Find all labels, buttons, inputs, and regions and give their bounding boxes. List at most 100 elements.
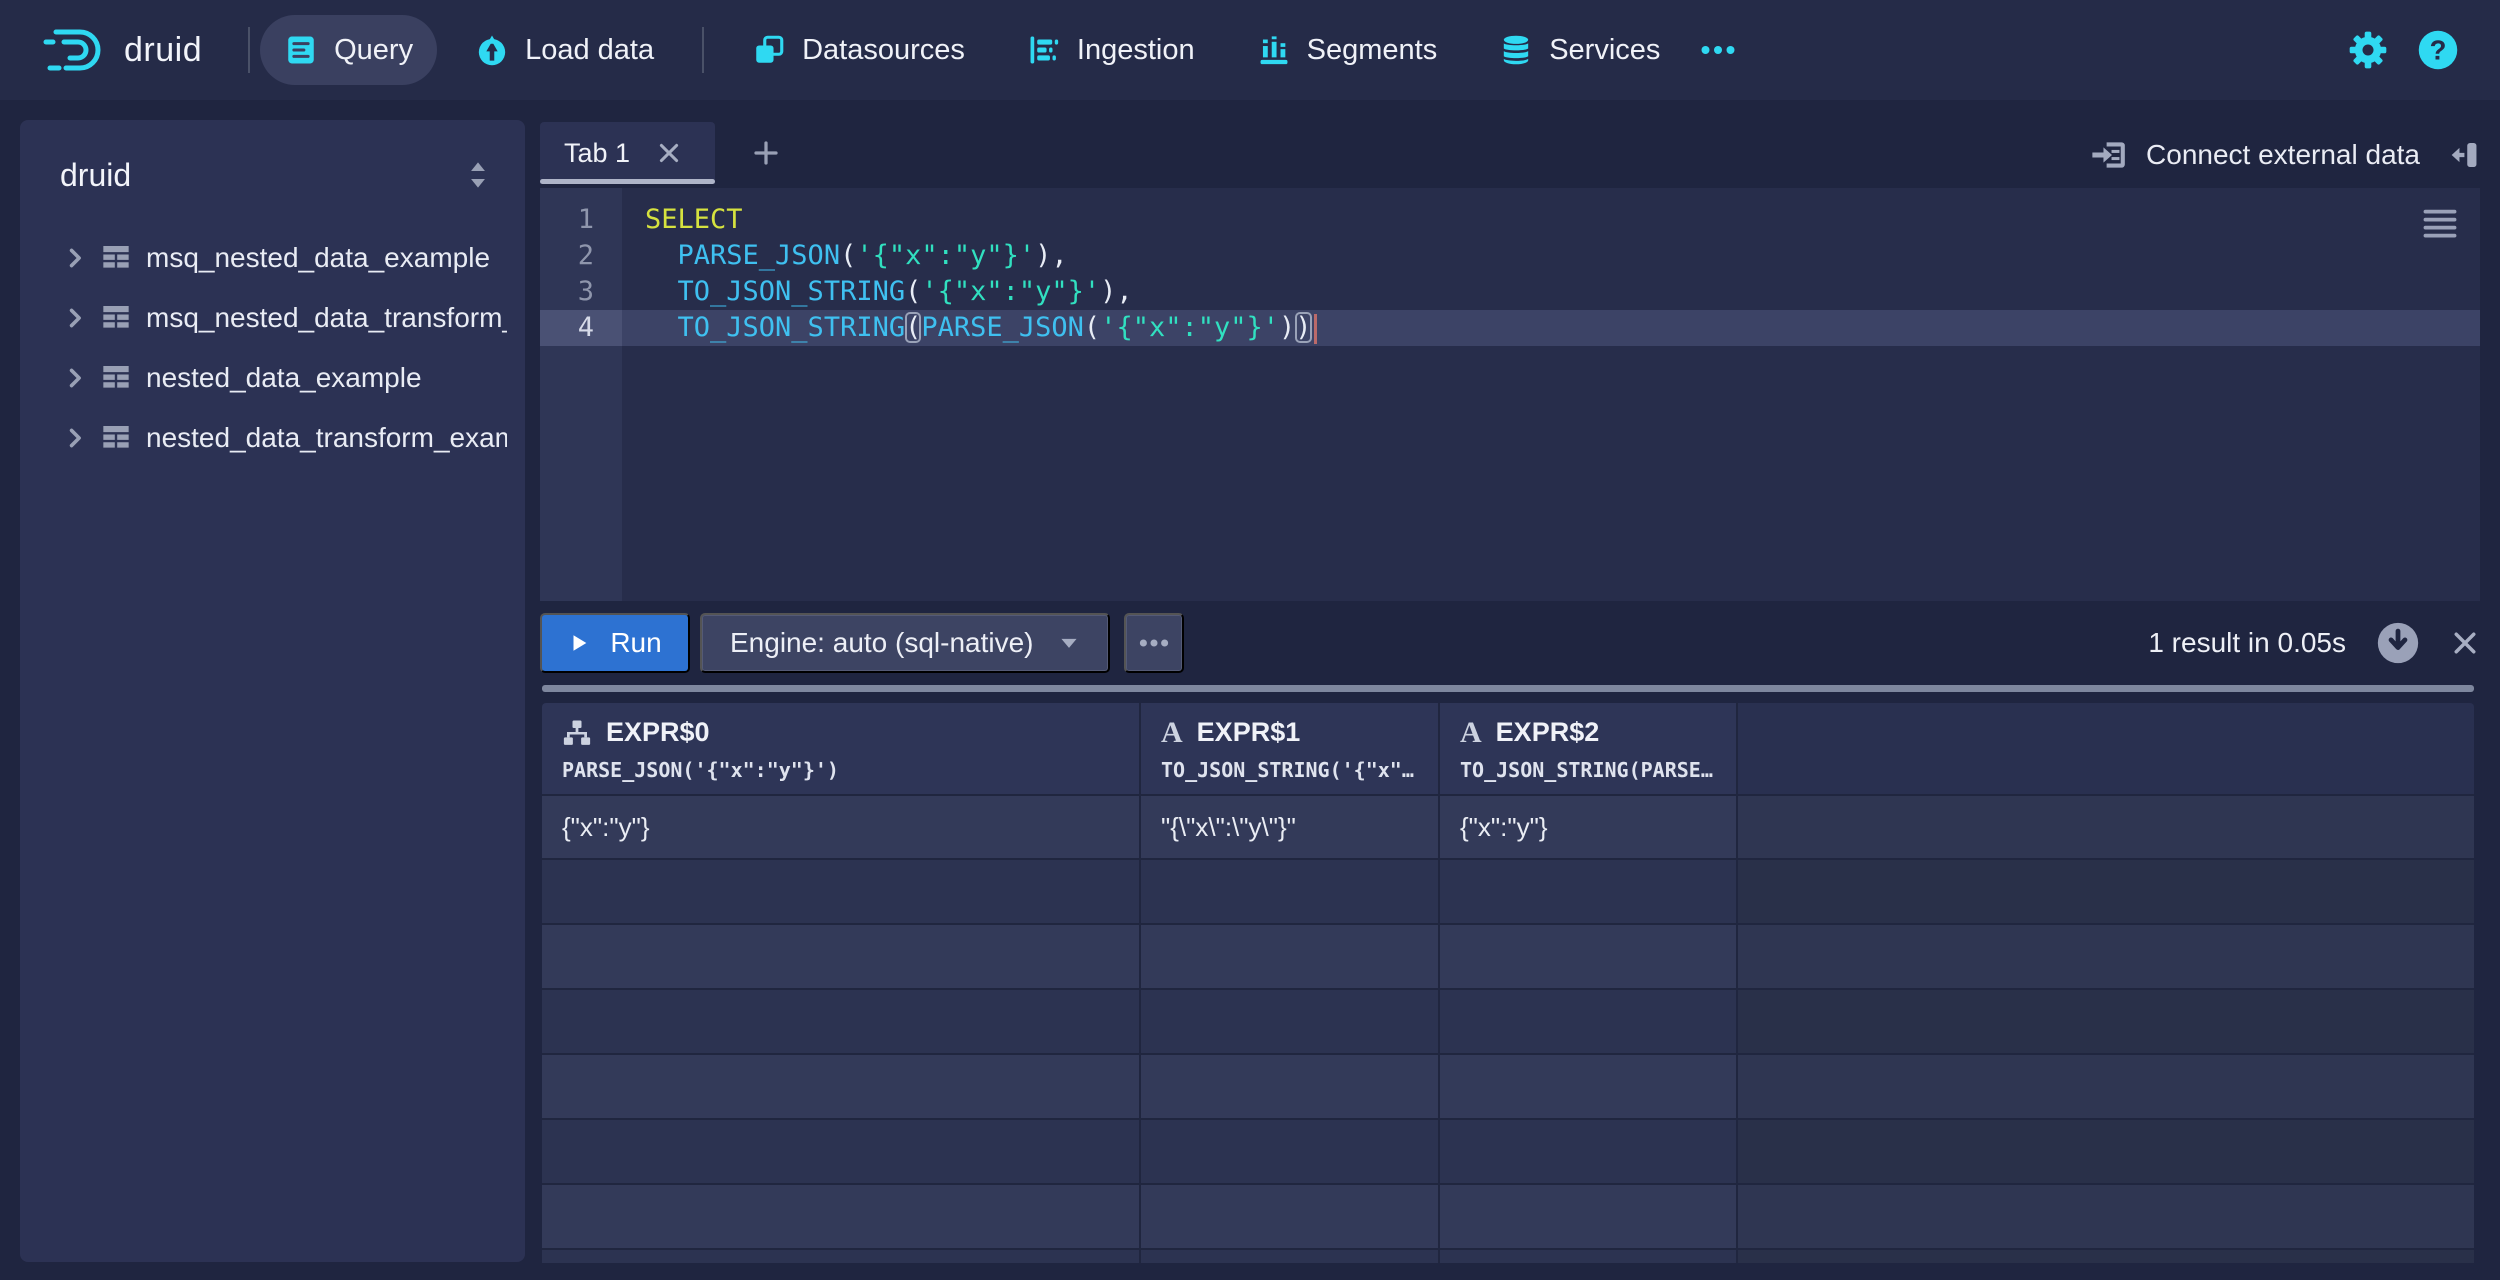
datasource-nested-data-transform-exampl[interactable]: nested_data_transform_exampl: [20, 408, 525, 468]
nav-item-datasources[interactable]: Datasources: [728, 15, 989, 85]
datasource-label: nested_data_transform_exampl: [146, 422, 507, 454]
nav-item-ingestion[interactable]: Ingestion: [1003, 15, 1219, 85]
table-icon: [100, 303, 132, 333]
chevron-right-icon[interactable]: [64, 367, 86, 389]
font-type-icon: A: [1460, 718, 1482, 748]
editor-line-2[interactable]: 2 PARSE_JSON('{"x":"y"}'),: [540, 238, 2480, 274]
diagram-tree-type-icon: [562, 718, 592, 748]
chevron-right-icon[interactable]: [64, 427, 86, 449]
empty-cell: [542, 860, 1141, 925]
chevron-right-icon[interactable]: [64, 307, 86, 329]
nav-item-services[interactable]: Services: [1475, 15, 1684, 85]
run-button-label: Run: [610, 627, 661, 659]
line-number: 3: [540, 274, 622, 310]
tabbar-right: Connect external data: [2090, 136, 2480, 174]
download-icon[interactable]: [2376, 621, 2420, 665]
header-filler: [1738, 703, 2474, 796]
tab-close-icon[interactable]: [656, 140, 682, 166]
help-icon[interactable]: ?: [2416, 28, 2460, 72]
table-row-empty: [542, 860, 2474, 925]
segments-icon: [1257, 33, 1291, 67]
collapse-panel-icon[interactable]: [2446, 138, 2480, 172]
chevron-right-icon[interactable]: [64, 247, 86, 269]
sql-editor[interactable]: 1SELECT2 PARSE_JSON('{"x":"y"}'),3 TO_JS…: [540, 188, 2480, 601]
row-filler: [1738, 796, 2474, 860]
empty-cell: [1141, 1250, 1440, 1263]
datasource-msq-nested-data-example[interactable]: msq_nested_data_example: [20, 228, 525, 288]
engine-select-button[interactable]: Engine: auto (sql-native): [700, 613, 1110, 673]
nav-item-label: Datasources: [802, 34, 965, 67]
empty-cell: [1440, 1185, 1738, 1250]
run-button[interactable]: Run: [540, 613, 690, 673]
row-filler: [1738, 1055, 2474, 1120]
line-number: 4: [540, 310, 622, 346]
row-filler: [1738, 990, 2474, 1055]
result-cell[interactable]: {"x":"y"}: [1440, 796, 1738, 860]
column-name: EXPR$1: [1197, 717, 1301, 748]
nav-item-load-data[interactable]: Load data: [451, 15, 678, 85]
editor-menu-icon[interactable]: [2422, 208, 2458, 240]
empty-cell: [1141, 925, 1440, 990]
nav-item-label: Load data: [525, 34, 654, 67]
code-line: TO_JSON_STRING('{"x":"y"}'),: [622, 274, 2480, 310]
query-icon: [284, 33, 318, 67]
results-header-row: EXPR$0PARSE_JSON('{"x":"y"}') A EXPR$1 TO_J…: [542, 703, 2474, 796]
schema-title: druid: [60, 157, 131, 194]
empty-cell: [542, 1055, 1141, 1120]
settings-gear-icon[interactable]: [2346, 28, 2390, 72]
brand[interactable]: druid: [40, 24, 202, 76]
more-dots-icon: [1698, 30, 1738, 70]
result-cell[interactable]: {"x":"y"}: [542, 796, 1141, 860]
nav-item-segments[interactable]: Segments: [1233, 15, 1462, 85]
column-header-expr-0[interactable]: EXPR$0PARSE_JSON('{"x":"y"}'): [542, 703, 1141, 796]
new-tab-plus-icon[interactable]: [751, 138, 781, 168]
result-summary-area: 1 result in 0.05s: [2148, 621, 2480, 665]
run-bar: Run Engine: auto (sql-native) 1 result i…: [540, 613, 2480, 673]
navbar-more-button[interactable]: [1684, 20, 1752, 80]
load-data-icon: [475, 33, 509, 67]
column-name: EXPR$0: [606, 717, 710, 748]
empty-cell: [1141, 1185, 1440, 1250]
text-cursor: [1314, 314, 1317, 344]
empty-cell: [542, 1185, 1141, 1250]
datasource-nested-data-example[interactable]: nested_data_example: [20, 348, 525, 408]
column-expression: TO_JSON_STRING('{"x"…: [1161, 758, 1438, 782]
active-tab-indicator: [540, 179, 715, 184]
result-summary: 1 result in 0.05s: [2148, 627, 2346, 659]
empty-cell: [1141, 1120, 1440, 1185]
code-line: SELECT: [622, 202, 2480, 238]
editor-line-1[interactable]: 1SELECT: [540, 202, 2480, 238]
table-row: {"x":"y"}"{\"x\":\"y\"}"{"x":"y"}: [542, 796, 2474, 860]
datasource-msq-nested-data-transform-ex[interactable]: msq_nested_data_transform_ex: [20, 288, 525, 348]
close-results-icon[interactable]: [2450, 628, 2480, 658]
run-more-button[interactable]: [1124, 613, 1184, 673]
connect-external-data-button[interactable]: Connect external data: [2090, 136, 2420, 174]
tab-bar: Tab 1 Connect: [540, 100, 2480, 184]
datasource-label: msq_nested_data_example: [146, 242, 490, 274]
result-cell[interactable]: "{\"x\":\"y\"}": [1141, 796, 1440, 860]
datasources-icon: [752, 33, 786, 67]
empty-cell: [1440, 1120, 1738, 1185]
empty-cell: [1141, 990, 1440, 1055]
column-expression: TO_JSON_STRING(PARSE…: [1460, 758, 1736, 782]
svg-text:?: ?: [2430, 35, 2447, 66]
connect-external-data-label: Connect external data: [2146, 139, 2420, 171]
datasource-label: nested_data_example: [146, 362, 422, 394]
empty-cell: [542, 990, 1141, 1055]
resize-divider[interactable]: [542, 685, 2474, 692]
play-icon: [568, 632, 590, 654]
tab-tab1[interactable]: Tab 1: [540, 122, 715, 184]
empty-cell: [542, 1120, 1141, 1185]
editor-line-4[interactable]: 4 TO_JSON_STRING(PARSE_JSON('{"x":"y"}')…: [540, 310, 2480, 346]
table-icon: [100, 243, 132, 273]
nav-item-query[interactable]: Query: [260, 15, 437, 85]
tab-label: Tab 1: [564, 138, 630, 169]
sort-double-caret-icon[interactable]: [467, 159, 489, 191]
row-filler: [1738, 1250, 2474, 1263]
column-header-expr-2[interactable]: AEXPR$2TO_JSON_STRING(PARSE…: [1440, 703, 1738, 796]
column-header-expr-1[interactable]: AEXPR$1TO_JSON_STRING('{"x"…: [1141, 703, 1440, 796]
empty-cell: [1440, 1055, 1738, 1120]
table-icon: [100, 423, 132, 453]
empty-cell: [1141, 860, 1440, 925]
editor-line-3[interactable]: 3 TO_JSON_STRING('{"x":"y"}'),: [540, 274, 2480, 310]
